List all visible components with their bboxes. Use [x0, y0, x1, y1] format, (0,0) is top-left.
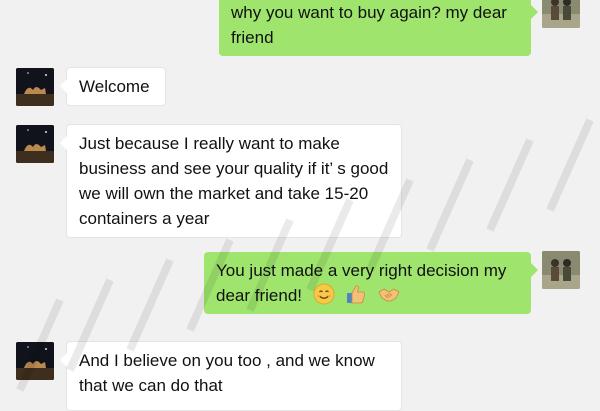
person-photo-icon	[542, 251, 580, 289]
contact-avatar[interactable]	[16, 342, 54, 380]
message-text: And I believe on you too , and we know t…	[79, 351, 375, 395]
contact-avatar[interactable]	[16, 125, 54, 163]
incoming-message-bubble[interactable]: And I believe on you too , and we know t…	[60, 341, 402, 411]
outgoing-message-bubble[interactable]: why you want to buy again? my dear frien…	[219, 0, 538, 56]
chat-conversation: why you want to buy again? my dear frien…	[0, 0, 600, 411]
person-photo-icon	[542, 0, 580, 28]
camel-desert-icon	[16, 125, 54, 163]
smile-emoji-icon	[313, 283, 335, 305]
handshake-emoji-icon	[378, 288, 400, 302]
incoming-message-bubble[interactable]: Just because I really want to make busin…	[60, 124, 402, 238]
message-text: why you want to buy again? my dear frien…	[231, 3, 507, 47]
camel-desert-icon	[16, 68, 54, 106]
message-text: Just because I really want to make busin…	[79, 134, 389, 228]
thumbs-up-emoji-icon	[347, 285, 366, 304]
camel-desert-icon	[16, 342, 54, 380]
incoming-message-bubble[interactable]: Welcome	[60, 67, 166, 106]
message-text: Welcome	[79, 77, 150, 96]
my-avatar[interactable]	[542, 251, 580, 289]
outgoing-message-bubble[interactable]: You just made a very right decision my d…	[204, 252, 538, 314]
my-avatar[interactable]	[542, 0, 580, 28]
contact-avatar[interactable]	[16, 68, 54, 106]
